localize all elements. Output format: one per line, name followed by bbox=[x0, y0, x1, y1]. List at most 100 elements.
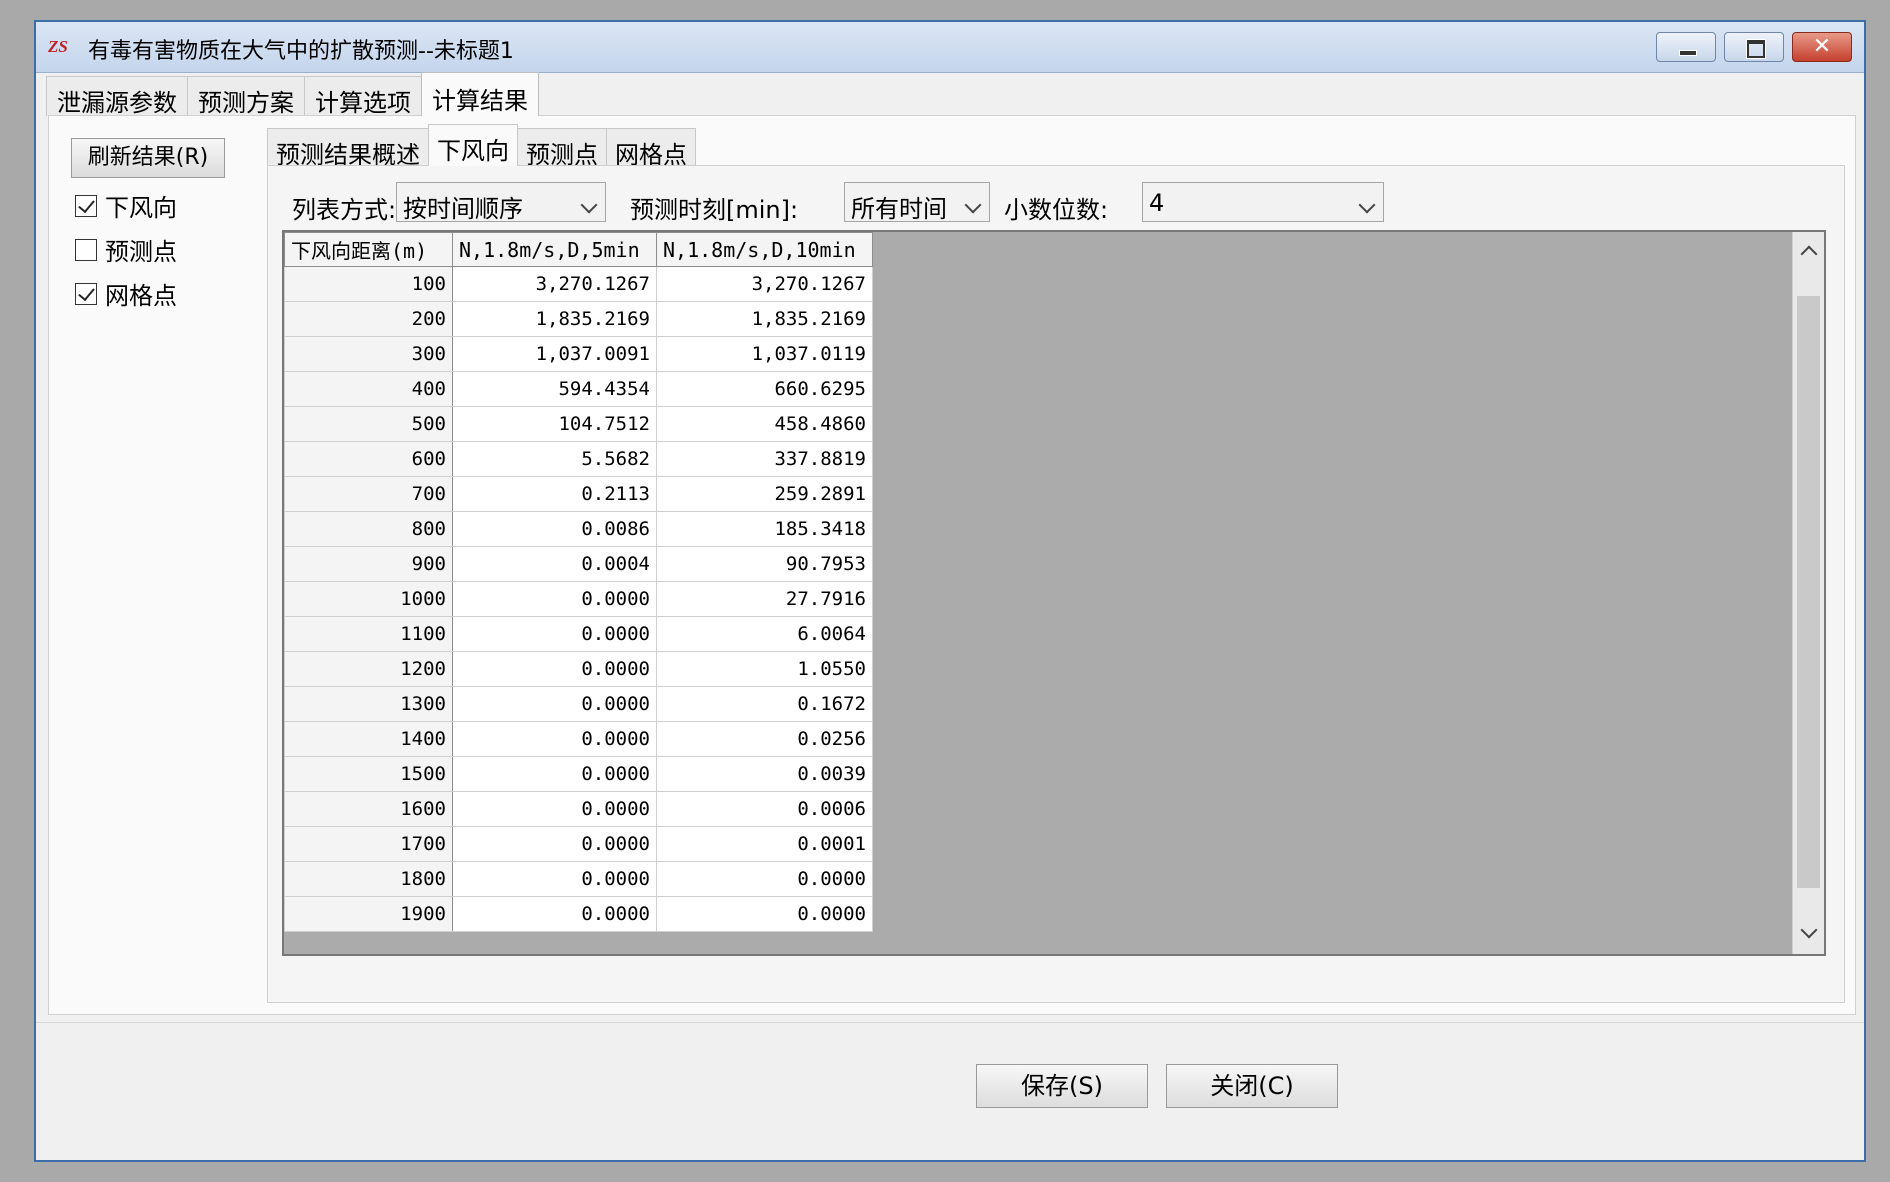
minimize-button[interactable] bbox=[1656, 32, 1716, 62]
table-cell[interactable]: 1.0550 bbox=[656, 651, 873, 687]
row-header-distance[interactable]: 600 bbox=[284, 441, 453, 477]
table-row[interactable]: 600 5.5682 337.8819 bbox=[284, 441, 873, 477]
checkbox-grid-points[interactable]: 网格点 bbox=[75, 276, 177, 311]
scroll-down-icon[interactable] bbox=[1800, 921, 1818, 939]
checkbox-prediction-points[interactable]: 预测点 bbox=[75, 232, 177, 267]
table-row[interactable]: 1900 0.0000 0.0000 bbox=[284, 896, 873, 932]
table-row[interactable]: 200 1,835.2169 1,835.2169 bbox=[284, 301, 873, 337]
table-row[interactable]: 1100 0.0000 6.0064 bbox=[284, 616, 873, 652]
checkbox-checked-icon[interactable] bbox=[75, 194, 97, 217]
table-cell[interactable]: 0.2113 bbox=[452, 476, 657, 512]
row-header-distance[interactable]: 1500 bbox=[284, 756, 453, 792]
table-row[interactable]: 1800 0.0000 0.0000 bbox=[284, 861, 873, 897]
table-cell[interactable]: 0.0000 bbox=[452, 581, 657, 617]
close-button[interactable]: 关闭(C) bbox=[1166, 1064, 1338, 1108]
prediction-time-select[interactable]: 所有时间 bbox=[844, 182, 990, 223]
table-cell[interactable]: 0.0000 bbox=[452, 721, 657, 757]
table-row[interactable]: 1400 0.0000 0.0256 bbox=[284, 721, 873, 757]
tab-calculation-results[interactable]: 计算结果 bbox=[421, 72, 539, 116]
table-row[interactable]: 400 594.4354 660.6295 bbox=[284, 371, 873, 407]
tab-prediction-scheme[interactable]: 预测方案 bbox=[187, 76, 305, 117]
table-cell[interactable]: 3,270.1267 bbox=[452, 266, 657, 302]
table-cell[interactable]: 0.0000 bbox=[656, 896, 873, 932]
row-header-distance[interactable]: 1600 bbox=[284, 791, 453, 827]
table-cell[interactable]: 0.0000 bbox=[452, 896, 657, 932]
row-header-distance[interactable]: 300 bbox=[284, 336, 453, 372]
row-header-distance[interactable]: 200 bbox=[284, 301, 453, 337]
table-cell[interactable]: 3,270.1267 bbox=[656, 266, 873, 302]
decimals-select[interactable]: 4 bbox=[1142, 182, 1384, 222]
table-cell[interactable]: 0.0039 bbox=[656, 756, 873, 792]
row-header-distance[interactable]: 1900 bbox=[284, 896, 453, 932]
table-cell[interactable]: 1,037.0119 bbox=[656, 336, 873, 372]
column-header-5min[interactable]: N,1.8m/s,D,5min bbox=[452, 232, 657, 267]
table-cell[interactable]: 0.0004 bbox=[452, 546, 657, 582]
row-header-distance[interactable]: 800 bbox=[284, 511, 453, 547]
title-bar[interactable]: ZS 有毒有害物质在大气中的扩散预测--未标题1 ✕ bbox=[36, 22, 1864, 73]
row-header-distance[interactable]: 1800 bbox=[284, 861, 453, 897]
table-row[interactable]: 1300 0.0000 0.1672 bbox=[284, 686, 873, 722]
save-button[interactable]: 保存(S) bbox=[976, 1064, 1148, 1108]
table-row[interactable]: 700 0.2113 259.2891 bbox=[284, 476, 873, 512]
table-cell[interactable]: 0.0086 bbox=[452, 511, 657, 547]
table-cell[interactable]: 0.0256 bbox=[656, 721, 873, 757]
table-cell[interactable]: 1,037.0091 bbox=[452, 336, 657, 372]
row-header-distance[interactable]: 1300 bbox=[284, 686, 453, 722]
table-row[interactable]: 500 104.7512 458.4860 bbox=[284, 406, 873, 442]
table-row[interactable]: 1000 0.0000 27.7916 bbox=[284, 581, 873, 617]
checkbox-unchecked-icon[interactable] bbox=[75, 238, 97, 261]
table-cell[interactable]: 1,835.2169 bbox=[656, 301, 873, 337]
table-cell[interactable]: 594.4354 bbox=[452, 371, 657, 407]
table-cell[interactable]: 0.0000 bbox=[656, 861, 873, 897]
row-header-distance[interactable]: 1400 bbox=[284, 721, 453, 757]
table-cell[interactable]: 337.8819 bbox=[656, 441, 873, 477]
row-header-distance[interactable]: 100 bbox=[284, 266, 453, 302]
table-row[interactable]: 1500 0.0000 0.0039 bbox=[284, 756, 873, 792]
maximize-button[interactable] bbox=[1724, 32, 1784, 62]
table-cell[interactable]: 0.1672 bbox=[656, 686, 873, 722]
scroll-up-icon[interactable] bbox=[1800, 245, 1818, 263]
row-header-distance[interactable]: 700 bbox=[284, 476, 453, 512]
column-header-distance[interactable]: 下风向距离(m) bbox=[284, 232, 453, 267]
close-window-button[interactable]: ✕ bbox=[1792, 32, 1852, 62]
table-cell[interactable]: 5.5682 bbox=[452, 441, 657, 477]
row-header-distance[interactable]: 900 bbox=[284, 546, 453, 582]
table-cell[interactable]: 0.0006 bbox=[656, 791, 873, 827]
table-cell[interactable]: 90.7953 bbox=[656, 546, 873, 582]
subtab-grid-points[interactable]: 网格点 bbox=[606, 128, 696, 169]
table-row[interactable]: 1600 0.0000 0.0006 bbox=[284, 791, 873, 827]
table-cell[interactable]: 1,835.2169 bbox=[452, 301, 657, 337]
tab-leak-source-params[interactable]: 泄漏源参数 bbox=[46, 76, 188, 117]
table-cell[interactable]: 0.0000 bbox=[452, 616, 657, 652]
table-row[interactable]: 100 3,270.1267 3,270.1267 bbox=[284, 266, 873, 302]
vertical-scrollbar[interactable] bbox=[1792, 232, 1824, 954]
subtab-summary[interactable]: 预测结果概述 bbox=[267, 128, 429, 169]
table-cell[interactable]: 0.0000 bbox=[452, 861, 657, 897]
table-cell[interactable]: 0.0000 bbox=[452, 791, 657, 827]
table-row[interactable]: 1200 0.0000 1.0550 bbox=[284, 651, 873, 687]
downwind-results-grid[interactable]: 下风向距离(m) N,1.8m/s,D,5min N,1.8m/s,D,10mi… bbox=[282, 230, 1826, 956]
table-cell[interactable]: 0.0000 bbox=[452, 686, 657, 722]
table-cell[interactable]: 660.6295 bbox=[656, 371, 873, 407]
table-cell[interactable]: 458.4860 bbox=[656, 406, 873, 442]
subtab-prediction-points[interactable]: 预测点 bbox=[517, 128, 607, 169]
subtab-downwind[interactable]: 下风向 bbox=[428, 124, 518, 166]
row-header-distance[interactable]: 1000 bbox=[284, 581, 453, 617]
row-header-distance[interactable]: 400 bbox=[284, 371, 453, 407]
table-cell[interactable]: 0.0000 bbox=[452, 651, 657, 687]
row-header-distance[interactable]: 500 bbox=[284, 406, 453, 442]
row-header-distance[interactable]: 1200 bbox=[284, 651, 453, 687]
table-cell[interactable]: 0.0001 bbox=[656, 826, 873, 862]
table-cell[interactable]: 0.0000 bbox=[452, 826, 657, 862]
checkbox-checked-icon[interactable] bbox=[75, 282, 97, 305]
table-cell[interactable]: 104.7512 bbox=[452, 406, 657, 442]
table-row[interactable]: 300 1,037.0091 1,037.0119 bbox=[284, 336, 873, 372]
column-header-10min[interactable]: N,1.8m/s,D,10min bbox=[656, 232, 873, 267]
checkbox-downwind[interactable]: 下风向 bbox=[75, 188, 177, 223]
refresh-results-button[interactable]: 刷新结果(R) bbox=[71, 138, 225, 178]
table-row[interactable]: 1700 0.0000 0.0001 bbox=[284, 826, 873, 862]
table-cell[interactable]: 6.0064 bbox=[656, 616, 873, 652]
table-cell[interactable]: 185.3418 bbox=[656, 511, 873, 547]
row-header-distance[interactable]: 1100 bbox=[284, 616, 453, 652]
scrollbar-thumb[interactable] bbox=[1797, 296, 1820, 888]
